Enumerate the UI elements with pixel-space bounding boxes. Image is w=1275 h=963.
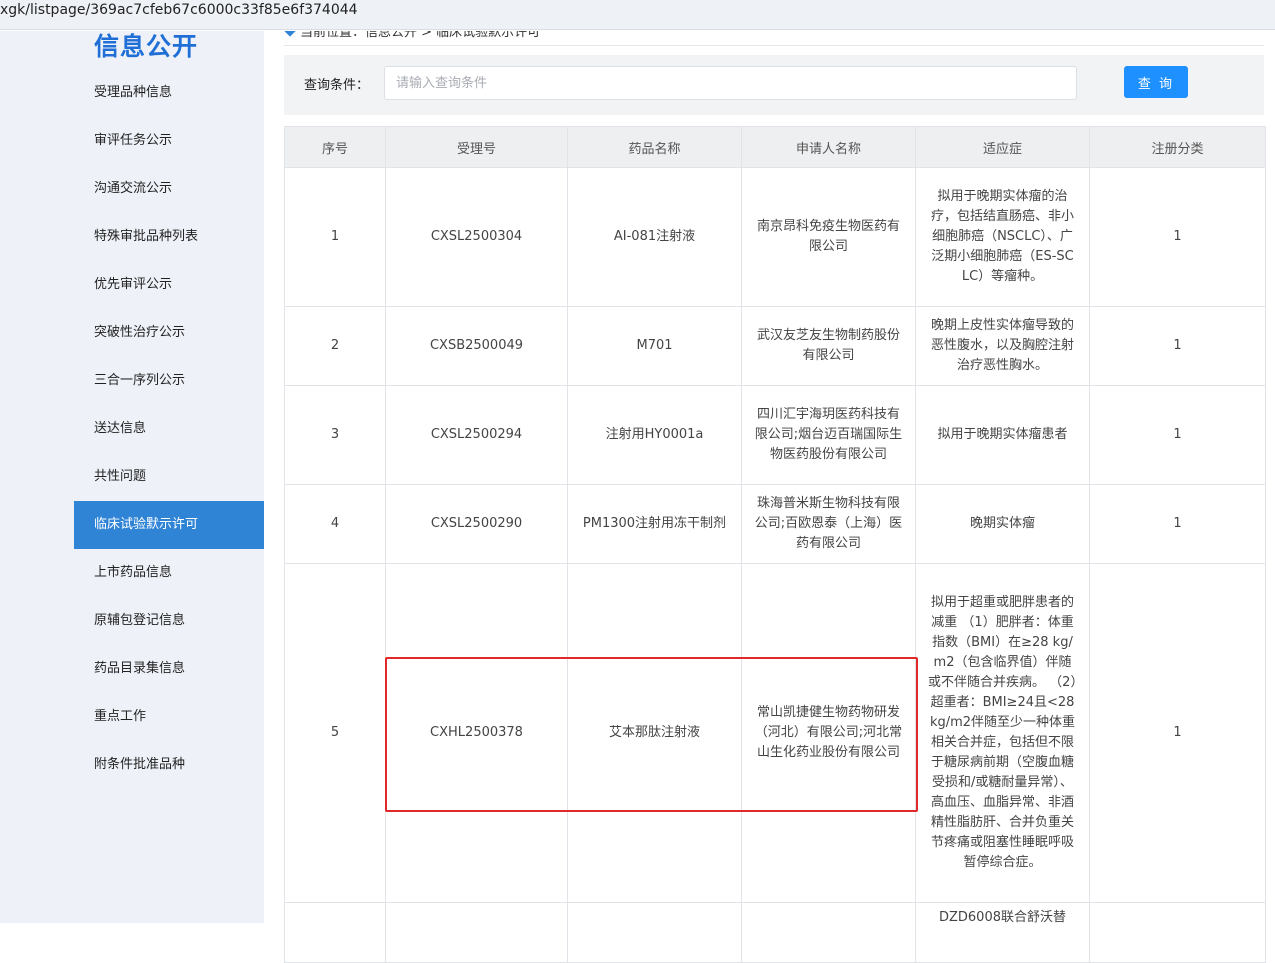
- table-row[interactable]: 4 CXSL2500290 PM1300注射用冻干制剂 珠海普米斯生物科技有限公…: [284, 484, 1266, 564]
- search-button[interactable]: 查 询: [1124, 66, 1188, 98]
- sidebar-item-conditional-approval[interactable]: 附条件批准品种: [74, 741, 264, 789]
- cell-accept-no: CXSL2500290: [385, 484, 568, 564]
- cell-drug-name: M701: [567, 306, 742, 386]
- table-row[interactable]: DZD6008联合舒沃替: [284, 902, 1266, 963]
- url-text: xgk/listpage/369ac7cfeb67c6000c33f85e6f3…: [0, 2, 358, 18]
- cell-accept-no: CXHL2500378: [385, 563, 568, 903]
- cell-indication: DZD6008联合舒沃替: [915, 902, 1090, 963]
- column-header-accept-no: 受理号: [385, 126, 568, 168]
- page-margin: [0, 31, 74, 923]
- table-header-row: 序号 受理号 药品名称 申请人名称 适应症 注册分类: [284, 126, 1266, 168]
- table-row[interactable]: 1 CXSL2500304 AI-081注射液 南京昂科免疫生物医药有限公司 拟…: [284, 167, 1266, 307]
- cell-category: 1: [1089, 385, 1266, 485]
- search-input[interactable]: [384, 66, 1077, 100]
- address-bar[interactable]: xgk/listpage/369ac7cfeb67c6000c33f85e6f3…: [0, 0, 1275, 30]
- sidebar-item-drug-catalog[interactable]: 药品目录集信息: [74, 645, 264, 693]
- table-row[interactable]: 3 CXSL2500294 注射用HY0001a 四川汇宇海玥医药科技有限公司;…: [284, 385, 1266, 485]
- cell-indication: 晚期实体瘤: [915, 484, 1090, 564]
- cell-category: 1: [1089, 306, 1266, 386]
- sidebar-item-common-issues[interactable]: 共性问题: [74, 453, 264, 501]
- cell-indication: 拟用于晚期实体瘤患者: [915, 385, 1090, 485]
- sidebar-item-api-registration[interactable]: 原辅包登记信息: [74, 597, 264, 645]
- sidebar-item-clinical-trial-implied-permission[interactable]: 临床试验默示许可: [74, 501, 264, 549]
- sidebar-item-delivery-info[interactable]: 送达信息: [74, 405, 264, 453]
- cell-index: 4: [284, 484, 386, 564]
- cell-indication: 晚期上皮性实体瘤导致的恶性腹水，以及胸腔注射治疗恶性胸水。: [915, 306, 1090, 386]
- cell-applicant: 常山凯捷健生物药物研发（河北）有限公司;河北常山生化药业股份有限公司: [741, 563, 916, 903]
- cell-applicant: 武汉友芝友生物制药股份有限公司: [741, 306, 916, 386]
- cell-indication: 拟用于超重或肥胖患者的减重 （1）肥胖者：体重指数（BMI）在≥28 kg/m2…: [915, 563, 1090, 903]
- table-row[interactable]: 5 CXHL2500378 艾本那肽注射液 常山凯捷健生物药物研发（河北）有限公…: [284, 563, 1266, 903]
- breadcrumb-text: 当前位置：信息公开 > 临床试验默示许可: [300, 31, 541, 40]
- cell-drug-name: PM1300注射用冻干制剂: [567, 484, 742, 564]
- cell-index: 3: [284, 385, 386, 485]
- sidebar-item-special-approval[interactable]: 特殊审批品种列表: [74, 213, 264, 261]
- cell-drug-name: AI-081注射液: [567, 167, 742, 307]
- cell-drug-name: [567, 902, 742, 963]
- cell-index: [284, 902, 386, 963]
- cell-category: [1089, 902, 1266, 963]
- sidebar-item-key-work[interactable]: 重点工作: [74, 693, 264, 741]
- sidebar-item-review-tasks[interactable]: 审评任务公示: [74, 117, 264, 165]
- search-panel: 查询条件： 查 询: [284, 55, 1264, 115]
- cell-applicant: 四川汇宇海玥医药科技有限公司;烟台迈百瑞国际生物医药股份有限公司: [741, 385, 916, 485]
- cell-indication: 拟用于晚期实体瘤的治疗，包括结直肠癌、非小细胞肺癌（NSCLC）、广泛期小细胞肺…: [915, 167, 1090, 307]
- sidebar-item-accepted-varieties[interactable]: 受理品种信息: [74, 69, 264, 117]
- cell-category: 1: [1089, 484, 1266, 564]
- results-table: 序号 受理号 药品名称 申请人名称 适应症 注册分类 1 CXSL2500304…: [284, 126, 1266, 963]
- cell-accept-no: [385, 902, 568, 963]
- breadcrumb: 当前位置：信息公开 > 临床试验默示许可: [284, 31, 1264, 46]
- cell-drug-name: 注射用HY0001a: [567, 385, 742, 485]
- sidebar-item-marketed-drugs[interactable]: 上市药品信息: [74, 549, 264, 597]
- content-gutter: [264, 31, 284, 923]
- cell-index: 2: [284, 306, 386, 386]
- sidebar-title: 信息公开: [94, 32, 199, 61]
- cell-index: 1: [284, 167, 386, 307]
- sidebar-item-priority-review[interactable]: 优先审评公示: [74, 261, 264, 309]
- cell-category: 1: [1089, 167, 1266, 307]
- table-row[interactable]: 2 CXSB2500049 M701 武汉友芝友生物制药股份有限公司 晚期上皮性…: [284, 306, 1266, 386]
- column-header-applicant: 申请人名称: [741, 126, 916, 168]
- cell-applicant: 南京昂科免疫生物医药有限公司: [741, 167, 916, 307]
- column-header-drug-name: 药品名称: [567, 126, 742, 168]
- cell-index: 5: [284, 563, 386, 903]
- cell-applicant: 珠海普米斯生物科技有限公司;百欧恩泰（上海）医药有限公司: [741, 484, 916, 564]
- column-header-category: 注册分类: [1089, 126, 1266, 168]
- column-header-index: 序号: [284, 126, 386, 168]
- cell-accept-no: CXSB2500049: [385, 306, 568, 386]
- sidebar: 信息公开 受理品种信息 审评任务公示 沟通交流公示 特殊审批品种列表 优先审评公…: [74, 31, 264, 923]
- breadcrumb-marker-icon: [284, 31, 296, 37]
- cell-category: 1: [1089, 563, 1266, 903]
- cell-accept-no: CXSL2500304: [385, 167, 568, 307]
- search-label: 查询条件：: [304, 78, 370, 93]
- cell-accept-no: CXSL2500294: [385, 385, 568, 485]
- cell-applicant: [741, 902, 916, 963]
- column-header-indication: 适应症: [915, 126, 1090, 168]
- sidebar-item-communication[interactable]: 沟通交流公示: [74, 165, 264, 213]
- sidebar-item-three-in-one[interactable]: 三合一序列公示: [74, 357, 264, 405]
- sidebar-item-breakthrough-therapy[interactable]: 突破性治疗公示: [74, 309, 264, 357]
- cell-drug-name: 艾本那肽注射液: [567, 563, 742, 903]
